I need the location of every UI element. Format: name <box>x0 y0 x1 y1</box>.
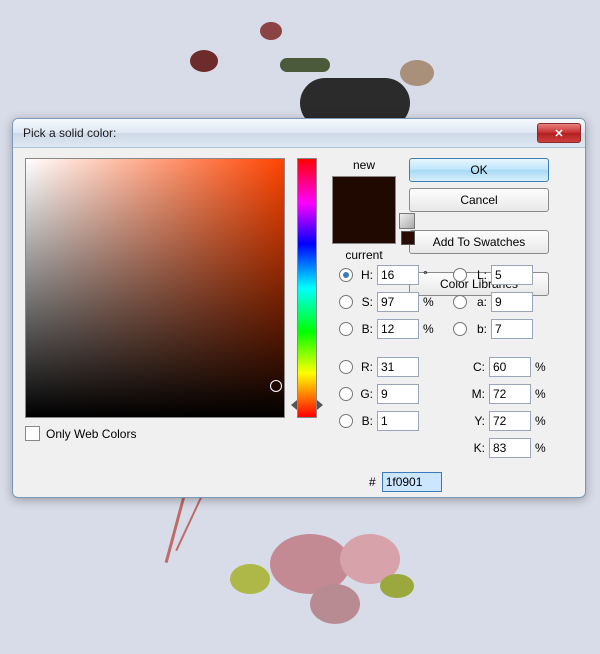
color-field[interactable] <box>25 158 285 418</box>
hue-radio[interactable] <box>339 268 353 282</box>
brightness-input[interactable] <box>377 319 419 339</box>
cyan-input[interactable] <box>489 357 531 377</box>
lab-b-label: b: <box>471 322 487 336</box>
current-label: current <box>345 248 382 262</box>
red-input[interactable] <box>377 357 419 377</box>
brightness-radio[interactable] <box>339 322 353 336</box>
current-color-swatch[interactable] <box>333 210 395 243</box>
yellow-input[interactable] <box>489 411 531 431</box>
black-input[interactable] <box>489 438 531 458</box>
lab-b-radio[interactable] <box>453 322 467 336</box>
background-floral-top <box>0 0 600 120</box>
cyan-label: C: <box>469 360 485 374</box>
cube-icon[interactable] <box>399 213 415 229</box>
green-input[interactable] <box>377 384 419 404</box>
color-field-cursor <box>270 380 282 392</box>
magenta-label: M: <box>469 387 485 401</box>
blue-input[interactable] <box>377 411 419 431</box>
lab-b-input[interactable] <box>491 319 533 339</box>
hex-input[interactable] <box>382 472 442 492</box>
color-picker-dialog: Pick a solid color: ✕ Only Web Colors <box>12 118 586 498</box>
new-label: new <box>353 158 375 172</box>
hue-input[interactable] <box>377 265 419 285</box>
a-input[interactable] <box>491 292 533 312</box>
color-preview <box>332 176 396 244</box>
hex-label: # <box>369 475 376 489</box>
l-radio[interactable] <box>453 268 467 282</box>
saturation-label: S: <box>357 295 373 309</box>
l-label: L: <box>471 268 487 282</box>
blue-radio[interactable] <box>339 414 353 428</box>
add-to-swatches-button[interactable]: Add To Swatches <box>409 230 549 254</box>
green-label: G: <box>357 387 373 401</box>
brightness-label: B: <box>357 322 373 336</box>
gamut-warning-swatch[interactable] <box>401 231 415 245</box>
only-web-colors-label: Only Web Colors <box>46 427 136 441</box>
close-icon: ✕ <box>554 127 563 140</box>
green-radio[interactable] <box>339 387 353 401</box>
red-label: R: <box>357 360 373 374</box>
new-color-swatch <box>333 177 395 210</box>
titlebar[interactable]: Pick a solid color: ✕ <box>13 119 585 148</box>
a-label: a: <box>471 295 487 309</box>
background-floral-bottom <box>0 474 600 654</box>
black-label: K: <box>469 441 485 455</box>
saturation-radio[interactable] <box>339 295 353 309</box>
l-input[interactable] <box>491 265 533 285</box>
saturation-input[interactable] <box>377 292 419 312</box>
blue-label: B: <box>357 414 373 428</box>
hue-slider[interactable] <box>297 158 317 418</box>
magenta-input[interactable] <box>489 384 531 404</box>
red-radio[interactable] <box>339 360 353 374</box>
a-radio[interactable] <box>453 295 467 309</box>
cancel-button[interactable]: Cancel <box>409 188 549 212</box>
yellow-label: Y: <box>469 414 485 428</box>
hue-label: H: <box>357 268 373 282</box>
only-web-colors-checkbox[interactable] <box>25 426 40 441</box>
close-button[interactable]: ✕ <box>537 123 581 143</box>
ok-button[interactable]: OK <box>409 158 549 182</box>
dialog-title: Pick a solid color: <box>23 126 537 140</box>
